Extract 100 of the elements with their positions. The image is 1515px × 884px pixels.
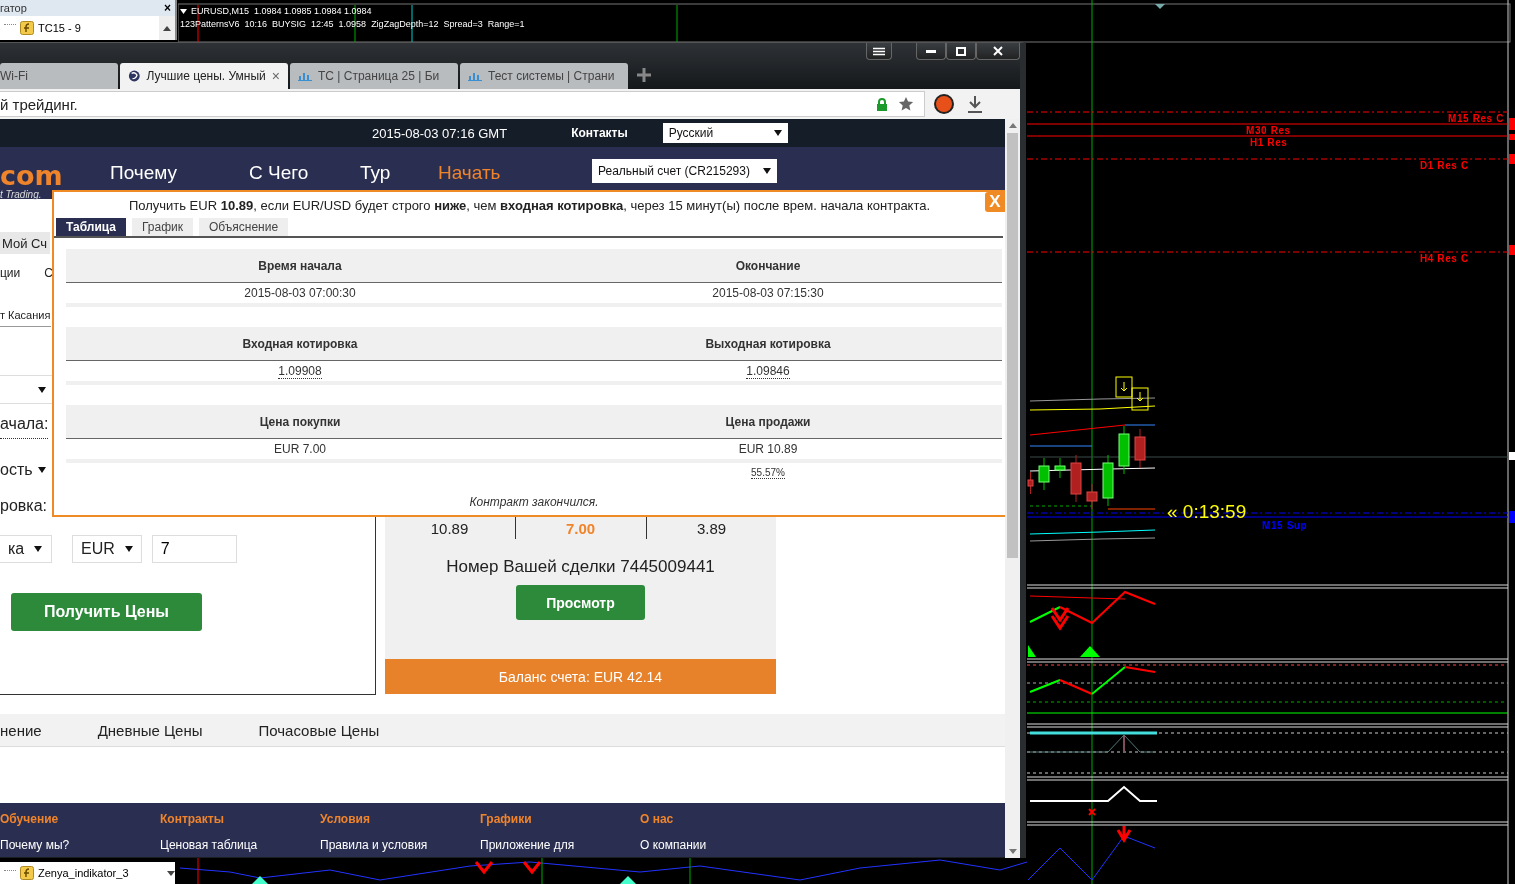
candlestick [1086, 483, 1098, 510]
level-label: H1 Res [1250, 137, 1288, 148]
candlestick [1070, 454, 1082, 503]
footer-link[interactable]: О компании [640, 838, 800, 852]
minimize-button[interactable] [916, 43, 946, 60]
browser-tab[interactable]: ТС | Страница 25 | Би [290, 63, 458, 89]
account-tab[interactable]: Мой Сч [0, 232, 50, 254]
menu-link[interactable]: ции [0, 266, 21, 280]
menu-button[interactable] [866, 43, 892, 60]
browser-tab[interactable]: Wi-Fi [0, 63, 118, 89]
footer-heading: Графики [480, 812, 533, 826]
scroll-up-icon[interactable] [1008, 123, 1017, 128]
view-button[interactable]: Просмотр [516, 585, 645, 620]
popup-tab[interactable]: График [132, 218, 193, 236]
nav-link[interactable]: С Чего [249, 162, 309, 184]
new-tab-icon[interactable] [636, 66, 652, 83]
logo-tagline: t Trading. [0, 189, 43, 200]
star-icon[interactable] [898, 96, 914, 112]
maximize-icon [956, 46, 966, 56]
caret-icon [124, 546, 133, 552]
lock-icon [876, 97, 888, 111]
caret-icon [763, 168, 771, 174]
table-cell: 2015-08-03 07:15:30 [712, 286, 824, 300]
bar-chart-icon [468, 71, 482, 81]
footer-link[interactable]: Правила и условия [320, 838, 480, 852]
record-icon[interactable] [933, 93, 955, 115]
globe-icon [128, 69, 141, 83]
tab-title: Тест системы | Страни [488, 69, 615, 83]
quote-value: 1.09908 [278, 363, 322, 379]
column-header: Время начала [258, 258, 342, 273]
contract-description: Получить EUR 10.89, если EUR/USD будет строго ниже, чем входная котировка, через 15 минут(ы) после врем. начала контракта. [128, 197, 931, 213]
price-tab[interactable]: Почасовые Цены [258, 721, 380, 739]
footer-heading: Обучение [0, 812, 60, 826]
nav-link[interactable]: Почему [110, 162, 178, 184]
table-cell: EUR 10.89 [738, 442, 798, 456]
tab-title: Лучшие цены. Умный [146, 69, 266, 83]
column-header: Входная котировка [242, 336, 358, 351]
browser-tab[interactable]: Лучшие цены. Умный × [120, 63, 288, 89]
bar-chart-icon [298, 71, 312, 81]
browser-tab[interactable]: Тест системы | Страни [460, 63, 628, 89]
basis-select[interactable]: ка [0, 535, 52, 563]
percent-value: 55.57% [751, 467, 785, 479]
footer-heading: Контракты [160, 812, 225, 826]
currency-select[interactable]: EUR [72, 535, 142, 563]
footer-link[interactable]: Ценовая таблица [160, 838, 320, 852]
table-cell: 2015-08-03 07:00:30 [244, 286, 356, 300]
arrow-marker [1028, 645, 1036, 657]
column-header: Цена покупки [259, 414, 341, 429]
price-marker [1509, 154, 1515, 164]
caret-icon [38, 386, 46, 393]
cross-marker [1088, 808, 1096, 816]
level-label: M15 Sup [1262, 520, 1308, 531]
tab-close-button[interactable]: × [271, 68, 280, 84]
footer-link[interactable]: Почему мы? [0, 838, 160, 852]
download-icon[interactable] [967, 95, 983, 113]
amount-field[interactable]: 7 [151, 535, 237, 563]
navigator-item[interactable]: TC15 - 9 [38, 22, 81, 34]
duration-select[interactable]: ость [0, 457, 52, 482]
nav-link[interactable]: Начать [438, 162, 501, 184]
scrollbar-thumb[interactable] [1007, 133, 1018, 558]
status-text: Контракт закончился. [469, 495, 599, 509]
arrow-marker [1080, 646, 1100, 657]
menu-icon [873, 46, 885, 56]
contacts-link[interactable]: Контакты [571, 126, 628, 140]
close-button[interactable]: × [164, 1, 171, 15]
candlestick [1038, 457, 1050, 491]
contract-type-tab[interactable]: т Касания [0, 304, 51, 327]
popup-tab[interactable]: Объяснение [199, 218, 289, 236]
popup-tab[interactable]: Таблица [56, 218, 126, 236]
maximize-button[interactable] [946, 43, 976, 60]
close-icon [993, 46, 1003, 56]
indicator-line [1107, 508, 1156, 510]
footer-link[interactable]: Приложение для [480, 838, 640, 852]
panel-title: гатор [0, 2, 27, 14]
menu-link[interactable]: С [44, 266, 53, 280]
quote-value: 1.09846 [746, 363, 790, 379]
price-tab[interactable]: нение [0, 721, 42, 739]
level-label: D1 Res C [1420, 160, 1469, 171]
level-label: M30 Res [1246, 125, 1291, 136]
minimize-icon [926, 49, 936, 53]
collapse-icon[interactable] [180, 9, 187, 14]
address-bar[interactable]: й трейдинг. [0, 91, 925, 117]
address-text: й трейдинг. [0, 95, 79, 113]
language-select[interactable]: Русский [662, 123, 788, 143]
scroll-up-icon[interactable] [163, 25, 171, 31]
caret-icon [773, 130, 782, 136]
get-prices-button[interactable]: Получить Цены [11, 593, 202, 631]
navigator-item[interactable]: Zenya_indikator_3 [38, 867, 129, 879]
column-header: Цена продажи [725, 414, 811, 429]
logo-text: com [0, 163, 63, 189]
footer-heading: О нас [640, 812, 675, 826]
arrow-marker [1050, 606, 1070, 631]
trade-number: Номер Вашей сделки 7445009441 [446, 557, 715, 577]
nav-link[interactable]: Тур [360, 162, 391, 184]
price-tab[interactable]: Дневные Цены [97, 721, 203, 739]
account-select[interactable]: Реальный счет (CR215293) [592, 159, 777, 183]
scroll-down-icon[interactable] [167, 870, 175, 876]
caret-icon [34, 546, 43, 552]
column-header: Выходная котировка [705, 336, 831, 351]
close-button[interactable] [976, 43, 1020, 60]
